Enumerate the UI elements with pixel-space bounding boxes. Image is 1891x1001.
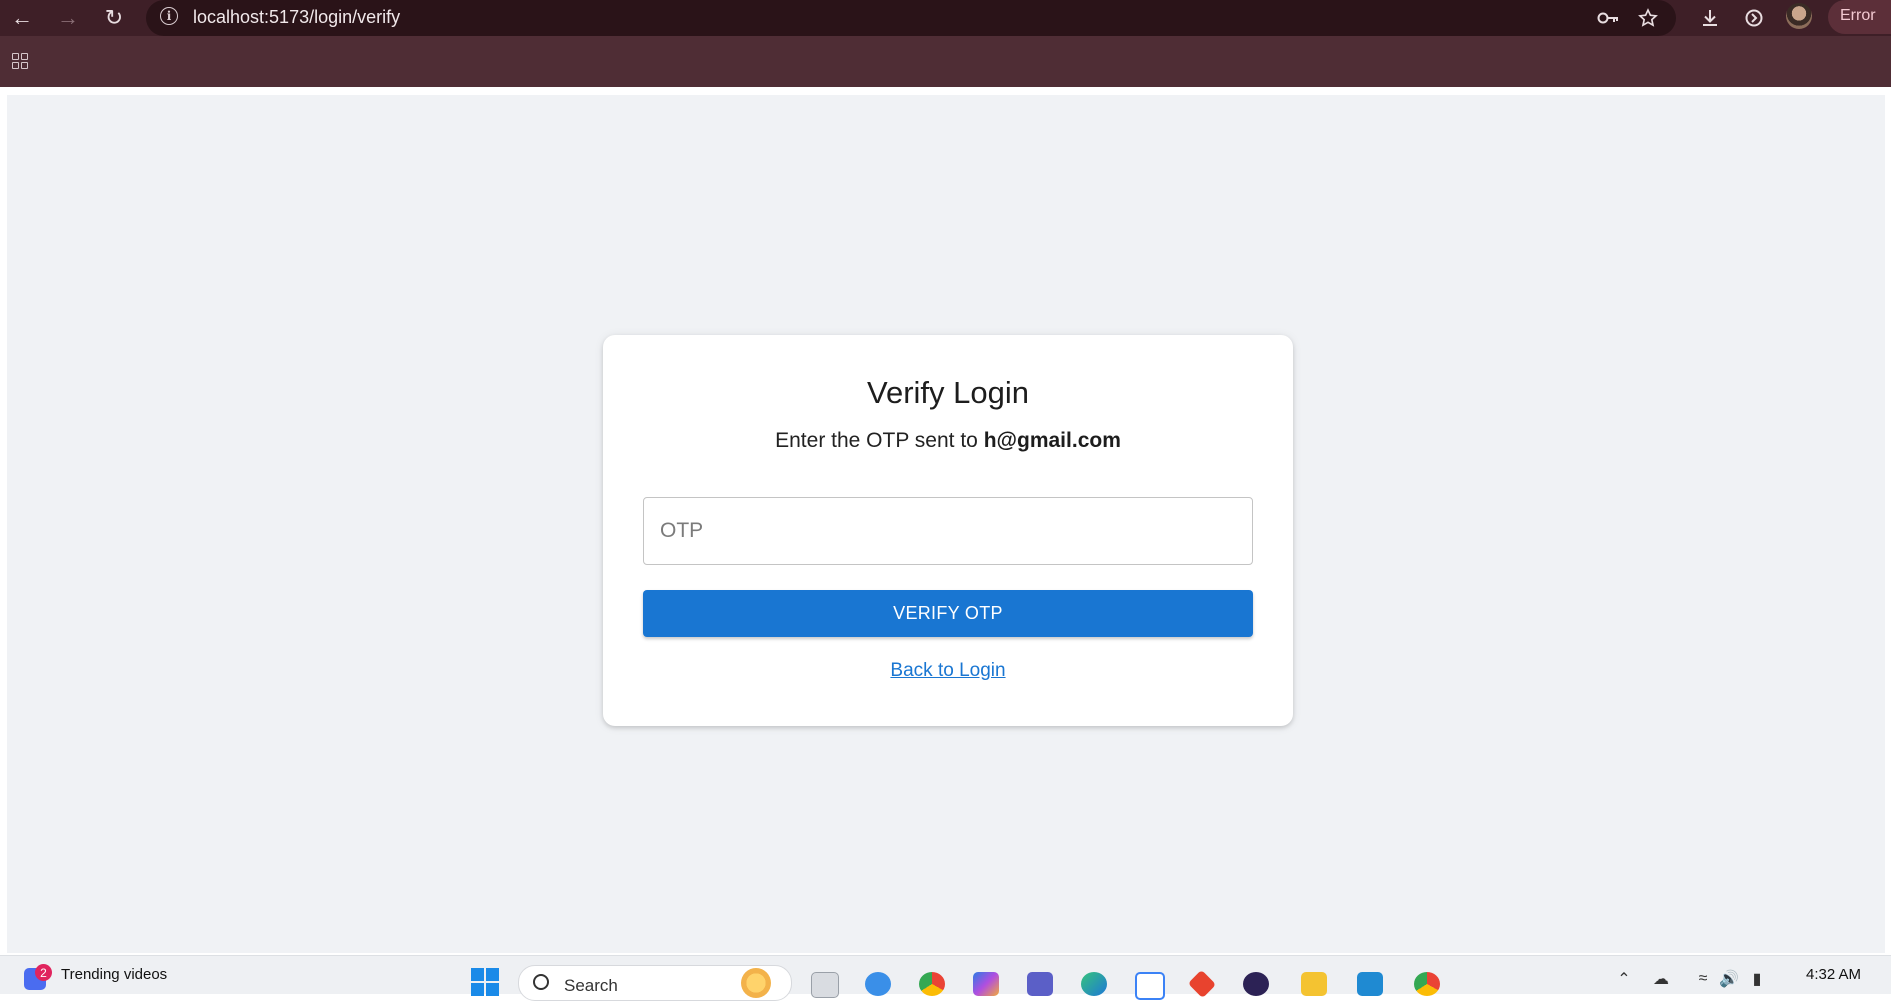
search-label: Search <box>564 976 618 995</box>
sync-icon[interactable] <box>1738 3 1770 33</box>
search-highlight-icon <box>741 968 771 998</box>
otp-instruction-text: Enter the OTP sent to <box>775 429 978 452</box>
download-icon[interactable] <box>1694 3 1726 33</box>
browser-toolbar: ← → ↻ i localhost:5173/login/verify Erro… <box>0 0 1891 36</box>
verify-otp-button[interactable]: VERIFY OTP <box>643 590 1253 637</box>
page-viewport: Verify Login Enter the OTP sent to h@gma… <box>7 95 1885 953</box>
url-text[interactable]: localhost:5173/login/verify <box>193 7 400 28</box>
git-icon[interactable] <box>1187 969 1217 999</box>
back-to-login-link[interactable]: Back to Login <box>603 660 1293 682</box>
apps-grid-icon[interactable] <box>10 51 32 73</box>
email-address: h@gmail.com <box>983 429 1121 452</box>
chrome-profile-icon[interactable] <box>1414 972 1440 996</box>
page-title: Verify Login <box>867 375 1029 410</box>
search-icon <box>533 974 549 990</box>
wifi-icon[interactable]: ≈ <box>1694 970 1712 988</box>
chevron-up-icon[interactable]: ⌃ <box>1615 970 1633 988</box>
site-info-icon[interactable]: i <box>160 7 178 25</box>
forward-arrow-icon[interactable]: → <box>52 3 84 33</box>
file-explorer-icon[interactable] <box>1301 972 1327 996</box>
chrome-icon[interactable] <box>919 972 945 996</box>
battery-icon[interactable]: ▮ <box>1748 970 1766 988</box>
volume-icon[interactable]: 🔊 <box>1719 970 1739 988</box>
reload-icon[interactable]: ↻ <box>98 3 130 33</box>
onedrive-icon[interactable]: ☁ <box>1652 970 1670 988</box>
verify-login-card: Verify Login Enter the OTP sent to h@gma… <box>603 335 1293 726</box>
clock[interactable]: 4:32 AM <box>1806 966 1861 983</box>
key-icon[interactable] <box>1594 4 1622 32</box>
windows-start-icon[interactable] <box>471 968 499 996</box>
otp-input[interactable] <box>643 497 1253 565</box>
taskbar-search[interactable]: Search <box>518 965 792 1001</box>
widgets-label[interactable]: Trending videos <box>61 966 167 983</box>
profile-error-button[interactable]: Error ⋮ <box>1828 0 1891 34</box>
teams-icon[interactable] <box>1027 972 1053 996</box>
address-bar[interactable]: i localhost:5173/login/verify <box>146 0 1676 36</box>
back-arrow-icon[interactable]: ← <box>6 3 38 33</box>
otp-instruction: Enter the OTP sent to h@gmail.com <box>603 429 1293 453</box>
edge-icon[interactable] <box>1081 972 1107 996</box>
bookmarks-bar <box>0 36 1891 87</box>
profile-error-label: Error <box>1840 7 1876 24</box>
vscode-icon[interactable] <box>1357 972 1383 996</box>
copilot-app-icon[interactable] <box>973 972 999 996</box>
profile-avatar[interactable] <box>1786 3 1812 29</box>
store-icon[interactable] <box>1135 972 1165 1000</box>
bookmark-star-icon[interactable] <box>1634 4 1662 32</box>
windows-taskbar: 2 Trending videos Search ⌃ ☁ ≈ 🔊 ▮ 4:32 … <box>0 955 1891 1001</box>
eclipse-icon[interactable] <box>1243 972 1269 996</box>
task-view-icon[interactable] <box>811 972 839 998</box>
notification-badge: 2 <box>35 964 52 981</box>
copilot-icon[interactable] <box>865 972 891 996</box>
